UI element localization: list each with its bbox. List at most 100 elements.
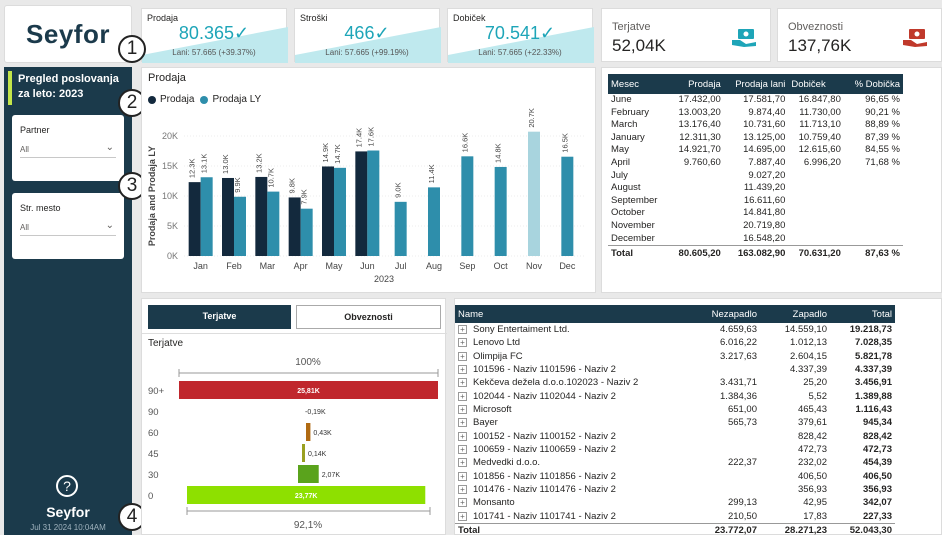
slicer-label: Str. mesto — [20, 203, 61, 213]
list-item[interactable]: +101741 - Naziv 1101741 - Naziv 2 210,50 1… — [455, 510, 895, 524]
col-header-dobicek[interactable]: Dobiček — [788, 74, 844, 94]
expand-icon[interactable]: + — [458, 458, 467, 468]
col-header-nezapadlo[interactable]: Nezapadlo — [690, 305, 760, 323]
cell-dobicek — [788, 207, 843, 220]
expand-icon[interactable]: + — [458, 338, 467, 348]
table-row[interactable]: April 9.760,60 7.887,40 6.996,20 71,68 % — [608, 157, 903, 170]
card-terjatve[interactable]: Terjatve 52,04K — [601, 8, 771, 62]
total-cell-prodaja: 80.605,20 — [668, 245, 724, 262]
partner-name: 101596 - Naziv 1101596 - Naziv 2 — [473, 364, 616, 376]
sales-table-card[interactable]: Mesec Prodaja Prodaja lani Dobiček % Dob… — [601, 67, 942, 293]
list-item[interactable]: + Sony Entertaiment Ltd. 4.659,63 14.559,10… — [455, 323, 895, 336]
partners-table-card[interactable]: Name Nezapadlo Zapadlo Total + Sony Enter… — [454, 298, 942, 535]
table-row[interactable]: January 12.311,30 13.125,00 10.759,40 87,39 … — [608, 132, 903, 145]
table-total-row: Total 23.772,07 28.271,23 52.043,30 — [455, 523, 895, 535]
table-row[interactable]: June 17.432,00 17.581,70 16.847,80 96,65 % — [608, 94, 903, 107]
expand-icon[interactable]: + — [458, 365, 467, 375]
table-row[interactable]: March 13.176,40 10.731,60 11.713,10 88,89 % — [608, 119, 903, 132]
cell-total: 356,93 — [862, 484, 892, 496]
card-obveznosti[interactable]: Obveznosti 137,76K — [777, 8, 942, 62]
expand-icon[interactable]: + — [458, 431, 467, 441]
expand-icon[interactable]: + — [458, 391, 467, 401]
dropdown-value: All — [20, 223, 29, 232]
list-item[interactable]: + Olimpija FC 3.217,63 2.604,15 5.821,78 — [455, 350, 895, 363]
list-item[interactable]: +102044 - Naziv 1102044 - Naziv 2 1.384,3… — [455, 390, 895, 403]
expand-icon[interactable]: + — [458, 445, 467, 455]
col-header-pct-dobicka[interactable]: % Dobička — [843, 74, 903, 94]
cell-nezapadlo: 6.016,22 — [720, 337, 757, 349]
sidebar: Pregled poslovanja za leto: 2023 Partner… — [4, 67, 132, 535]
partner-name: Lenovo Ltd — [473, 337, 521, 349]
cell-prodaja — [668, 182, 723, 195]
sales-table[interactable]: Mesec Prodaja Prodaja lani Dobiček % Dob… — [608, 74, 903, 262]
expand-icon[interactable]: + — [458, 418, 467, 428]
slicer-str-mesto[interactable]: Str. mesto All ⌄ — [12, 193, 124, 259]
cell-prodaja-lani: 17.581,70 — [743, 94, 786, 105]
kpi-card-stroski[interactable]: Stroški 466✓ Lani: 57.665 (+99.19%) — [294, 8, 441, 63]
expand-icon[interactable]: + — [458, 471, 467, 481]
col-header-zapadlo[interactable]: Zapadlo — [760, 305, 830, 323]
table-row[interactable]: December 16.548,20 — [608, 233, 903, 246]
table-row[interactable]: July 9.027,20 — [608, 170, 903, 183]
cell-mesec: August — [611, 182, 641, 194]
data-label: 13.1K — [200, 154, 209, 174]
aging-row-label: 90 — [148, 407, 159, 418]
str-mesto-dropdown[interactable]: All ⌄ — [20, 220, 116, 236]
expand-icon[interactable]: + — [458, 324, 467, 334]
dropdown-value: All — [20, 145, 29, 154]
card-value: 52,04K — [612, 36, 666, 55]
x-tick-label: Jan — [193, 261, 208, 271]
partner-name: 102044 - Naziv 1102044 - Naziv 2 — [473, 390, 616, 402]
list-item[interactable]: +100659 - Naziv 1100659 - Naziv 2 472,73 4… — [455, 443, 895, 456]
list-item[interactable]: + Microsoft 651,00 465,43 1.116,43 — [455, 403, 895, 416]
cell-prodaja: 12.311,30 — [679, 131, 721, 143]
list-item[interactable]: +100152 - Naziv 1100152 - Naziv 2 828,42 8… — [455, 430, 895, 443]
col-header-total[interactable]: Total — [830, 305, 895, 323]
table-row[interactable]: September 16.611,60 — [608, 195, 903, 208]
list-item[interactable]: +101856 - Naziv 1101856 - Naziv 2 406,50 4… — [455, 470, 895, 483]
aging-value-label: 25,81K — [297, 388, 320, 395]
list-item[interactable]: +101596 - Naziv 1101596 - Naziv 2 4.337,3… — [455, 363, 895, 376]
table-row[interactable]: October 14.841,80 — [608, 207, 903, 220]
col-header-prodaja-lani[interactable]: Prodaja lani — [723, 74, 789, 94]
expand-icon[interactable]: + — [458, 405, 467, 415]
cell-pct-dobicka: 96,65 % — [865, 94, 900, 105]
list-item[interactable]: + Medvedki d.o.o. 222,37 232,02 454,39 — [455, 456, 895, 469]
list-item[interactable]: + Kekčeva dežela d.o.o.102023 - Naziv 2 3.… — [455, 376, 895, 389]
table-row[interactable]: November 20.719,80 — [608, 220, 903, 233]
cell-prodaja: 17.432,00 — [678, 94, 721, 105]
slicer-partner[interactable]: Partner All ⌄ — [12, 115, 124, 181]
expand-icon[interactable]: + — [458, 498, 467, 508]
bar-prodaja — [288, 197, 301, 256]
partner-name: Medvedki d.o.o. — [473, 457, 541, 469]
sales-chart-card[interactable]: Prodaja Prodaja Prodaja LY 0K 5K 10K 15K 20K… — [141, 67, 596, 293]
help-icon[interactable]: ? — [56, 475, 78, 497]
expand-icon[interactable]: + — [458, 351, 467, 361]
expand-icon[interactable]: + — [458, 511, 467, 521]
list-item[interactable]: +101476 - Naziv 1101476 - Naziv 2 356,93 3… — [455, 483, 895, 496]
kpi-card-prodaja[interactable]: Prodaja 80.365✓ Lani: 57.665 (+39.37%) — [141, 8, 288, 63]
cell-total: 342,07 — [862, 497, 892, 509]
top-percent-label: 100% — [295, 357, 321, 368]
col-header-mesec[interactable]: Mesec — [608, 74, 669, 94]
aging-value-label: 23,77K — [295, 493, 318, 500]
data-label: 13.2K — [254, 153, 263, 173]
cell-name: +102044 - Naziv 1102044 - Naziv 2 — [455, 390, 690, 403]
list-item[interactable]: + Lenovo Ltd 6.016,22 1.012,13 7.028,35 — [455, 336, 895, 349]
cell-prodaja: 14.921,70 — [678, 144, 721, 156]
expand-icon[interactable]: + — [458, 485, 467, 495]
data-label: 16.6K — [460, 133, 469, 153]
col-header-prodaja[interactable]: Prodaja — [668, 74, 724, 94]
kpi-card-dobicek[interactable]: Dobiček 70.541✓ Lani: 57.665 (+22.33%) — [447, 8, 594, 63]
table-row[interactable]: August 11.439,20 — [608, 182, 903, 195]
table-row[interactable]: May 14.921,70 14.695,00 12.615,60 84,55 % — [608, 144, 903, 157]
partners-table[interactable]: Name Nezapadlo Zapadlo Total + Sony Enter… — [455, 305, 895, 535]
cell-prodaja-lani: 9.874,40 — [748, 106, 786, 118]
partner-name: 100659 - Naziv 1100659 - Naziv 2 — [473, 444, 616, 456]
list-item[interactable]: + Bayer 565,73 379,61 945,34 — [455, 416, 895, 429]
table-row[interactable]: February 13.003,20 9.874,40 11.730,00 90,21 … — [608, 107, 903, 120]
col-header-name[interactable]: Name — [455, 305, 690, 323]
partner-dropdown[interactable]: All ⌄ — [20, 142, 116, 158]
list-item[interactable]: + Monsanto 299,13 42,95 342,07 — [455, 496, 895, 509]
expand-icon[interactable]: + — [458, 378, 467, 388]
